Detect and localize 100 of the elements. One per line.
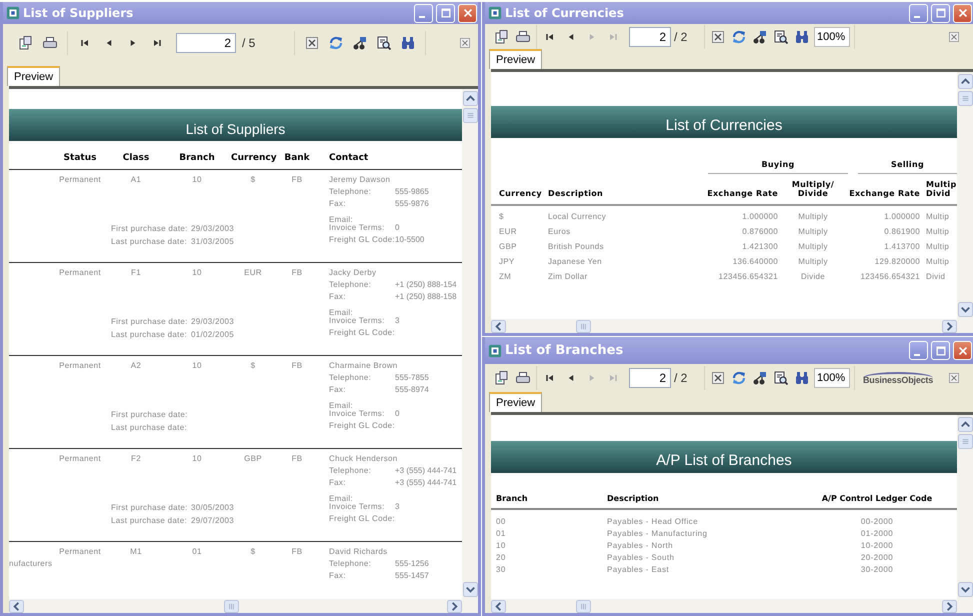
maximize-button[interactable]	[931, 4, 950, 22]
export-icon	[494, 370, 510, 386]
maximize-icon	[934, 7, 946, 19]
page-number-field[interactable]: 2	[629, 26, 671, 46]
field-label: Last purchase date:	[111, 422, 188, 434]
zoom-field[interactable]: 100%	[814, 368, 850, 388]
maximize-button[interactable]	[436, 4, 455, 22]
column-header: Multiply/ Divide	[790, 180, 836, 198]
close-button[interactable]	[458, 4, 477, 22]
scroll-thumb-icon	[958, 434, 972, 449]
field-label: Email:	[329, 214, 354, 222]
binoculars-icon	[794, 28, 810, 44]
close-view-button[interactable]	[709, 369, 727, 387]
field-value: 3	[395, 501, 400, 513]
page-number-field[interactable]: 2	[629, 368, 671, 388]
close-button[interactable]	[953, 341, 972, 360]
binoculars-button[interactable]	[793, 369, 811, 387]
column-header: Contact	[329, 153, 370, 163]
search-document-button[interactable]	[772, 28, 790, 46]
contact-name: Jacky Derby	[329, 267, 378, 279]
scroll-thumb-icon	[958, 91, 972, 106]
table-cell-text: FB	[290, 267, 304, 279]
field-label: First purchase date:	[111, 222, 189, 234]
close-button[interactable]	[953, 4, 972, 22]
field-value: 29/07/2003	[191, 514, 234, 526]
table-cell-text: Divide	[800, 272, 826, 281]
refresh-button[interactable]	[327, 34, 345, 52]
minimize-icon	[418, 16, 424, 18]
table-cell-text: 01	[496, 529, 507, 538]
refresh-icon	[731, 28, 747, 44]
table-cell-text: FB	[290, 453, 304, 465]
minimize-button[interactable]	[414, 4, 433, 22]
report-title: List of Currencies	[666, 117, 782, 134]
table-cell: nufacturers	[9, 558, 51, 570]
print-icon	[515, 370, 531, 386]
table-cell-text: Multiply	[797, 227, 829, 236]
field-label: Last purchase date:	[111, 328, 188, 340]
scroll-left-icon	[9, 600, 24, 612]
field-label: Telephone:	[329, 372, 372, 384]
vertical-scrollbar[interactable]	[957, 72, 973, 319]
scroll-thumb-icon	[576, 320, 591, 332]
refresh-button[interactable]	[730, 369, 748, 387]
field-label: Fax:	[329, 198, 347, 210]
close-view-icon	[710, 28, 726, 44]
maximize-button[interactable]	[931, 341, 950, 360]
field-value: +1 (250) 888-158	[395, 291, 458, 303]
table-cell-text: British Pounds	[548, 242, 605, 251]
search-document-button[interactable]	[772, 369, 790, 387]
group-tree-button[interactable]	[351, 34, 369, 52]
table-cell-text: Multiply	[797, 242, 829, 251]
field-label: Invoice Terms:	[329, 222, 386, 234]
scroll-right-icon	[447, 600, 462, 612]
table-cell-text: F1	[130, 267, 142, 279]
column-header: Class	[122, 153, 150, 163]
close-icon	[956, 7, 968, 19]
table-cell-text: $	[499, 212, 505, 221]
close-view-button[interactable]	[303, 34, 321, 52]
column-header: Exchange Rate	[706, 189, 778, 198]
scroll-thumb-icon	[576, 600, 591, 612]
horizontal-scrollbar[interactable]	[491, 319, 973, 333]
page-number-field[interactable]: 2	[176, 33, 236, 53]
table-cell-text: Permanent	[58, 267, 102, 279]
preview-tab[interactable]: Preview	[489, 392, 542, 412]
table-cell-text: GBP	[243, 453, 263, 465]
table-cell-text: Permanent	[58, 453, 102, 465]
vertical-scrollbar[interactable]	[462, 89, 478, 599]
scroll-up-icon	[462, 91, 478, 106]
binoculars-icon	[400, 35, 416, 51]
brand-logo: BusinessObjects	[863, 372, 934, 384]
contact-name: Charmaine Brown	[329, 360, 399, 372]
minimize-button[interactable]	[909, 4, 928, 22]
horizontal-scrollbar[interactable]	[9, 599, 478, 613]
table-cell-text: 01	[191, 546, 203, 558]
maximize-icon	[934, 344, 946, 356]
group-tree-button[interactable]	[751, 369, 769, 387]
minimize-button[interactable]	[909, 341, 928, 360]
print-icon	[515, 28, 531, 44]
table-cell-text: 10	[191, 174, 203, 186]
contact-name: Jeremy Dawson	[329, 174, 392, 186]
table-cell-text: Payables - South	[607, 553, 676, 562]
table-cell-text: Euros	[548, 227, 572, 236]
preview-tab[interactable]: Preview	[489, 49, 542, 69]
field-label: Invoice Terms:	[329, 408, 386, 420]
table-cell-text: Multip	[925, 242, 950, 251]
horizontal-scrollbar[interactable]	[491, 599, 973, 613]
field-label: Freight GL Code:	[329, 420, 395, 432]
field-value: 29/03/2003	[191, 222, 234, 234]
table-cell-text: 10	[191, 453, 203, 465]
scroll-thumb-icon	[224, 600, 239, 612]
table-cell-text: Japanese Yen	[548, 257, 603, 266]
zoom-field[interactable]: 100%	[814, 26, 850, 46]
binoculars-button[interactable]	[399, 34, 417, 52]
table-cell-text: Payables - Manufacturing	[607, 529, 708, 538]
column-header: Branch	[496, 493, 529, 504]
search-document-button[interactable]	[375, 34, 393, 52]
table-cell-text: Zim Dollar	[548, 272, 588, 281]
vertical-scrollbar[interactable]	[957, 415, 973, 599]
preview-tab[interactable]: Preview	[7, 66, 60, 86]
table-cell-text: 1.000000	[741, 212, 778, 221]
table-cell-text: Multip	[925, 227, 950, 236]
